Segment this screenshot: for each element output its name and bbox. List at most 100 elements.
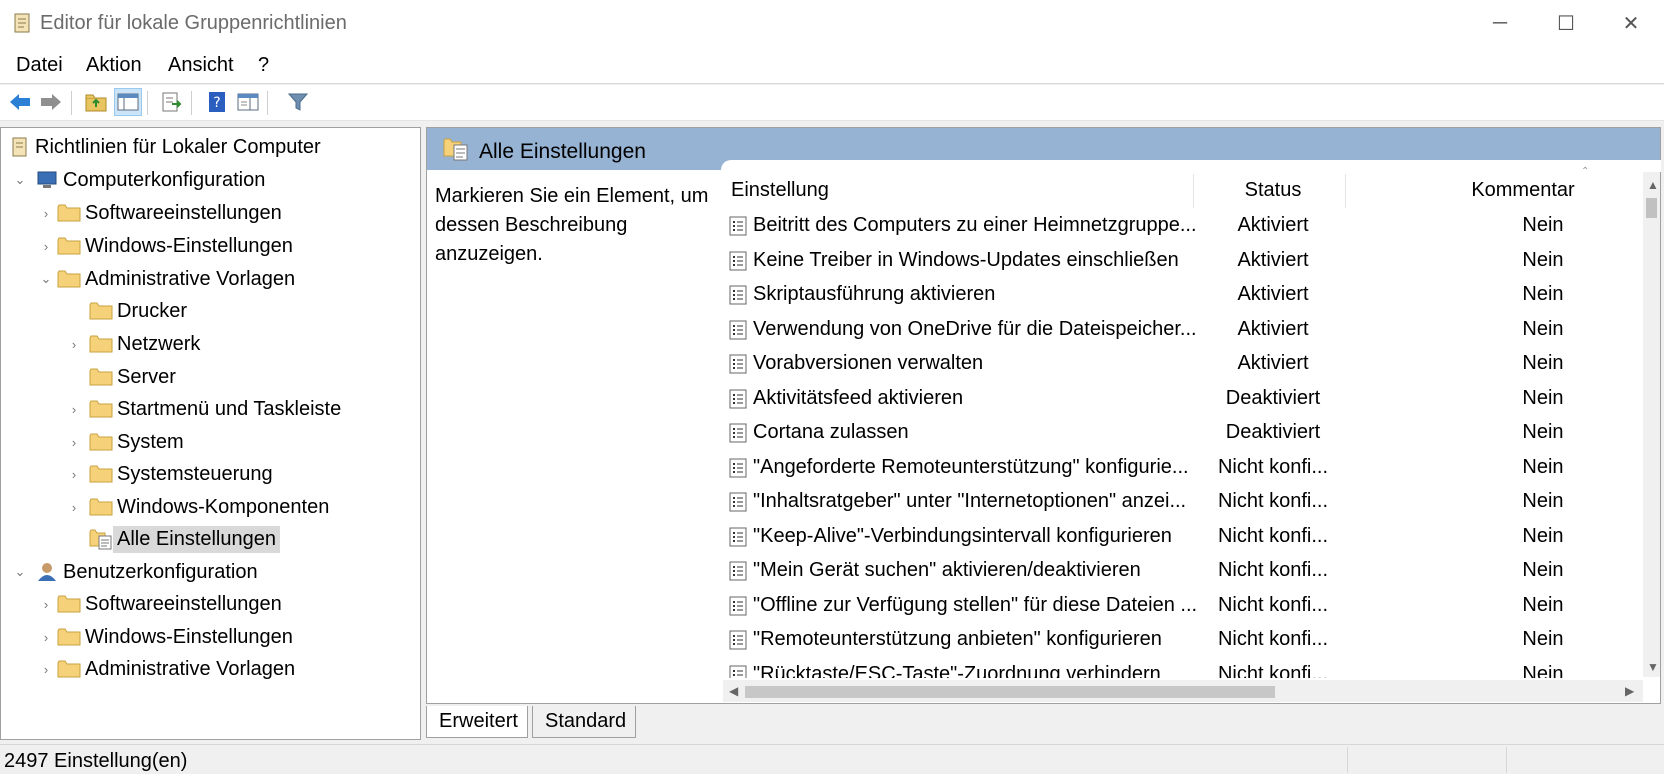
chevron-right-icon[interactable]: › (39, 597, 53, 612)
setting-name: "Keep-Alive"-Verbindungsintervall konfig… (753, 524, 1172, 547)
tree-label: Softwareeinstellungen (85, 201, 282, 224)
table-row[interactable]: Aktivitätsfeed aktivieren Deaktiviert Nein (723, 381, 1643, 415)
details-pane: Alle Einstellungen Markieren Sie ein Ele… (426, 127, 1661, 704)
menu-datei[interactable]: Datei (16, 54, 63, 77)
setting-status: Nicht konfi... (1217, 662, 1329, 679)
table-row[interactable]: Beitritt des Computers zu einer Heimnetz… (723, 208, 1643, 242)
chevron-right-icon[interactable]: › (39, 630, 53, 645)
chevron-right-icon[interactable]: › (67, 435, 81, 450)
close-button[interactable]: ✕ (1598, 0, 1664, 46)
column-header-status[interactable]: Status (1203, 172, 1343, 208)
horizontal-scrollbar[interactable]: ◀ ▶ (723, 680, 1643, 702)
tree-item-startmenue[interactable]: › Startmenü und Taskleiste (67, 394, 345, 424)
tab-standard[interactable]: Standard (532, 706, 636, 738)
table-row[interactable]: "Mein Gerät suchen" aktivieren/deaktivie… (723, 553, 1643, 587)
scroll-down-icon[interactable]: ▼ (1647, 660, 1659, 674)
scrollbar-thumb[interactable] (1646, 198, 1657, 218)
help-icon[interactable]: ? (203, 88, 231, 116)
tab-erweitert[interactable]: Erweitert (426, 706, 528, 738)
vertical-scrollbar[interactable]: ▲ ▼ (1643, 172, 1660, 677)
setting-doc-icon (729, 561, 747, 581)
folder-icon (89, 368, 113, 386)
table-row[interactable]: Skriptausführung aktivieren Aktiviert Nein (723, 277, 1643, 311)
table-row[interactable]: "Remoteunterstützung anbieten" konfiguri… (723, 622, 1643, 656)
tree-root[interactable]: Richtlinien für Lokaler Computer (9, 132, 325, 162)
menu-help[interactable]: ? (258, 54, 269, 77)
setting-comment: Nein (1522, 317, 1564, 340)
tree-item-windows-einstellungen[interactable]: › Windows-Einstellungen (39, 231, 297, 261)
tree-item-user-softwareeinstellungen[interactable]: › Softwareeinstellungen (39, 589, 286, 619)
tree-item-alle-einstellungen[interactable]: Alle Einstellungen (89, 524, 280, 554)
export-list-icon[interactable] (158, 88, 186, 116)
scroll-left-icon[interactable]: ◀ (729, 684, 738, 698)
folder-icon (89, 465, 113, 483)
list-tab-shape (721, 160, 1661, 172)
tree-label: Richtlinien für Lokaler Computer (35, 135, 321, 158)
chevron-right-icon[interactable]: › (39, 206, 53, 221)
maximize-button[interactable]: ☐ (1533, 0, 1599, 46)
chevron-right-icon[interactable]: › (67, 467, 81, 482)
scroll-up-icon[interactable]: ▲ (1647, 178, 1659, 192)
tree-pane: Richtlinien für Lokaler Computer ⌄ Compu… (0, 127, 421, 740)
table-row[interactable]: Keine Treiber in Windows-Updates einschl… (723, 243, 1643, 277)
menu-aktion[interactable]: Aktion (86, 54, 142, 77)
filter-icon[interactable] (284, 88, 312, 116)
tree-item-user-windows-einstellungen[interactable]: › Windows-Einstellungen (39, 622, 297, 652)
policy-icon (12, 137, 27, 157)
forward-arrow-icon[interactable] (37, 88, 65, 116)
tree-item-benutzerkonfiguration[interactable]: ⌄ Benutzerkonfiguration (13, 557, 262, 587)
table-row[interactable]: Verwendung von OneDrive für die Dateispe… (723, 312, 1643, 346)
table-row[interactable]: "Angeforderte Remoteunterstützung" konfi… (723, 450, 1643, 484)
show-hide-tree-icon[interactable] (114, 88, 142, 116)
menu-ansicht[interactable]: Ansicht (168, 54, 234, 77)
tree-item-netzwerk[interactable]: › Netzwerk (67, 329, 204, 359)
chevron-right-icon[interactable]: › (39, 662, 53, 677)
chevron-right-icon[interactable]: › (67, 500, 81, 515)
up-folder-icon[interactable] (82, 88, 110, 116)
tree-item-drucker[interactable]: Drucker (89, 296, 191, 326)
tree-item-systemsteuerung[interactable]: › Systemsteuerung (67, 459, 277, 489)
tree-label: Computerkonfiguration (63, 168, 266, 191)
setting-doc-icon (729, 630, 747, 650)
tree-item-softwareeinstellungen[interactable]: › Softwareeinstellungen (39, 198, 286, 228)
folder-icon (57, 270, 81, 288)
column-header-comment[interactable]: Kommentar (1413, 172, 1633, 208)
tree-item-computerkonfiguration[interactable]: ⌄ Computerkonfiguration (13, 165, 269, 195)
setting-doc-icon (729, 389, 747, 408)
setting-status: Aktiviert (1237, 283, 1309, 305)
folder-icon (89, 498, 113, 516)
properties-icon[interactable] (234, 88, 262, 116)
table-row[interactable]: "Keep-Alive"-Verbindungsintervall konfig… (723, 519, 1643, 553)
setting-doc-icon (729, 492, 747, 512)
chevron-right-icon[interactable]: › (67, 402, 81, 417)
chevron-right-icon[interactable]: › (39, 239, 53, 254)
tree-label: Windows-Einstellungen (85, 234, 293, 257)
column-header-setting[interactable]: Einstellung (731, 172, 1191, 208)
table-row[interactable]: "Offline zur Verfügung stellen" für dies… (723, 588, 1643, 622)
tree-item-system[interactable]: › System (67, 427, 188, 457)
back-arrow-icon[interactable] (6, 88, 34, 116)
setting-comment: Nein (1522, 386, 1564, 409)
folder-icon (57, 204, 81, 222)
chevron-right-icon[interactable]: › (67, 337, 81, 352)
table-row[interactable]: Vorabversionen verwalten Aktiviert Nein (723, 346, 1643, 380)
tree-label: Alle Einstellungen (113, 525, 280, 553)
table-row[interactable]: "Inhaltsratgeber" unter "Internetoptione… (723, 484, 1643, 518)
minimize-button[interactable]: ─ (1467, 0, 1533, 46)
chevron-down-icon[interactable]: ⌄ (13, 564, 27, 579)
table-row[interactable]: "Rücktaste/ESC-Taste"-Zuordnung verhinde… (723, 657, 1643, 679)
setting-name: Beitritt des Computers zu einer Heimnetz… (753, 214, 1197, 236)
table-row[interactable]: Cortana zulassen Deaktiviert Nein (723, 415, 1643, 449)
tree-item-administrative-vorlagen[interactable]: ⌄ Administrative Vorlagen (39, 264, 299, 294)
all-settings-icon (443, 138, 468, 161)
tree-item-user-administrative-vorlagen[interactable]: › Administrative Vorlagen (39, 654, 299, 684)
tree-item-server[interactable]: Server (89, 362, 180, 392)
chevron-down-icon[interactable]: ⌄ (39, 271, 53, 286)
setting-name: "Remoteunterstützung anbieten" konfiguri… (753, 628, 1162, 650)
description-text: Markieren Sie ein Element, um dessen Bes… (435, 185, 709, 265)
chevron-down-icon[interactable]: ⌄ (13, 172, 27, 187)
tree-item-windows-komponenten[interactable]: › Windows-Komponenten (67, 492, 333, 522)
scrollbar-thumb[interactable] (745, 686, 1275, 698)
setting-comment: Nein (1522, 662, 1564, 679)
scroll-right-icon[interactable]: ▶ (1625, 684, 1634, 698)
